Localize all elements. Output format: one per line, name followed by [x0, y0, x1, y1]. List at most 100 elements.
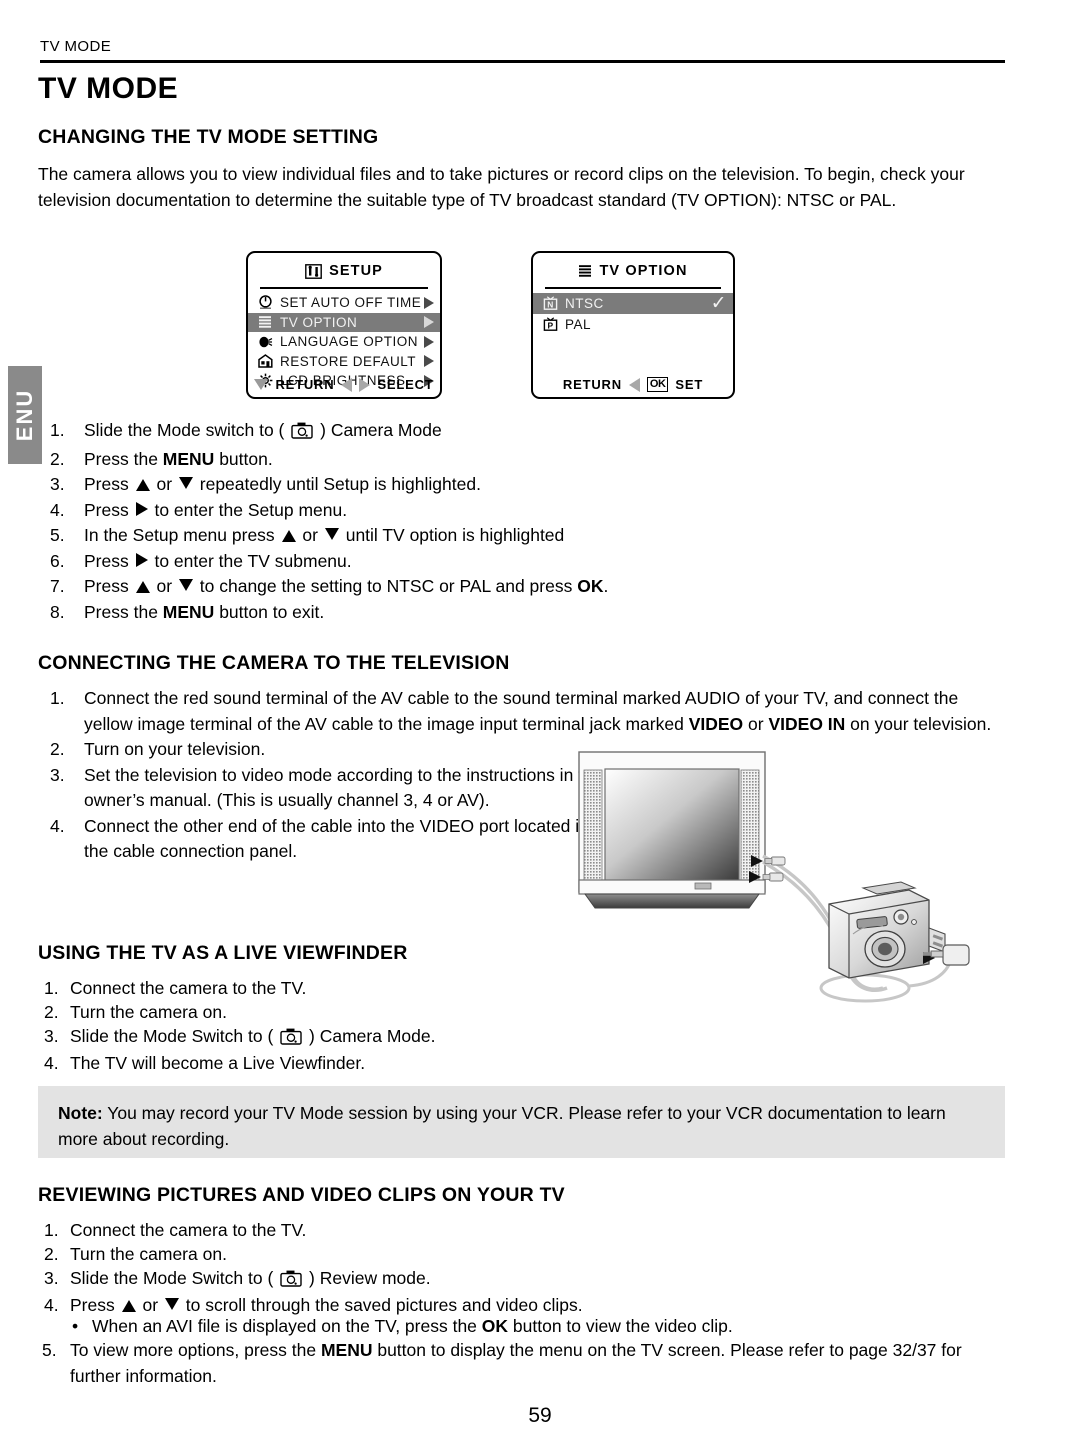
- step-number: 4.: [50, 499, 65, 520]
- step-emphasis: MENU: [320, 1340, 373, 1360]
- svg-text:N: N: [547, 299, 554, 309]
- bullet-emphasis: OK: [481, 1316, 509, 1336]
- left-triangle-icon: [341, 377, 353, 392]
- tv-option-item-ntsc[interactable]: N NTSC ✓: [533, 293, 733, 314]
- reviewing-steps: 1. Connect the camera to the TV. 2. Turn…: [42, 1218, 1002, 1317]
- step-item: 4. Connect the other end of the cable in…: [48, 814, 604, 865]
- step-text: The TV will become a Live Viewfinder.: [70, 1053, 366, 1073]
- intro-paragraph: The camera allows you to view individual…: [38, 164, 965, 210]
- step-number: 8.: [50, 601, 65, 622]
- camera-mode-icon: [291, 421, 313, 447]
- heading-changing-tv-mode: CHANGING THE TV MODE SETTING: [38, 126, 379, 148]
- step-text: Press: [84, 576, 134, 596]
- step-number: 5.: [50, 525, 65, 545]
- list-lines-icon: [255, 315, 275, 329]
- step-text: ) Camera Mode.: [309, 1026, 436, 1046]
- down-triangle-icon: [178, 579, 193, 591]
- running-head: TV MODE: [40, 38, 112, 55]
- reviewing-step-5: 5. To view more options, press the MENU …: [42, 1338, 1002, 1389]
- right-triangle-icon: [135, 552, 148, 567]
- up-triangle-icon: [281, 530, 296, 542]
- tv-option-return-label[interactable]: RETURN: [563, 377, 622, 392]
- step-emphasis: OK: [577, 576, 604, 596]
- down-triangle-icon: [324, 528, 339, 540]
- step-number: 5.: [42, 1340, 57, 1360]
- setup-item-set-auto-off-time[interactable]: SET AUTO OFF TIME: [248, 293, 440, 313]
- step-number: 1.: [44, 978, 59, 998]
- step-emphasis: VIDEO: [688, 713, 744, 734]
- step-number: 2.: [50, 448, 65, 469]
- step-text: on your television.: [845, 713, 992, 734]
- camera-mode-icon: [280, 1027, 302, 1051]
- ok-button-icon[interactable]: OK: [646, 377, 669, 392]
- tv-n-icon: N: [540, 296, 560, 311]
- step-text: or: [297, 525, 323, 545]
- step-text: ) Review mode.: [309, 1268, 431, 1288]
- step-item: 1. Connect the red sound terminal of the…: [48, 686, 1003, 737]
- checkmark-icon: ✓: [710, 293, 727, 314]
- step-text: to change the setting to NTSC or PAL and…: [194, 576, 578, 596]
- header-rule: [40, 60, 1005, 63]
- step-item: 3. Slide the Mode Switch to ( ) Camera M…: [42, 1024, 602, 1051]
- setup-select-label[interactable]: SELECT: [377, 377, 433, 392]
- step-item: 3. Slide the Mode Switch to ( ) Review m…: [42, 1266, 1002, 1293]
- up-triangle-icon: [121, 1300, 136, 1312]
- setup-item-label: TV OPTION: [280, 314, 358, 330]
- step-text: to scroll through the saved pictures and…: [180, 1295, 583, 1315]
- step-text: Connect the camera to the TV.: [70, 978, 307, 998]
- tv-option-set-label[interactable]: SET: [675, 377, 703, 392]
- left-triangle-icon: [628, 377, 640, 392]
- setup-menu-title: SETUP: [329, 263, 383, 279]
- right-arrow-icon: [424, 335, 434, 348]
- side-tab-label: ENU: [12, 388, 38, 442]
- right-arrow-icon: [424, 316, 434, 329]
- step-number: 3.: [44, 1268, 59, 1288]
- step-number: 1.: [50, 688, 65, 708]
- step-emphasis: MENU: [162, 601, 215, 622]
- language-globe-icon: [255, 335, 275, 349]
- step-text: Turn the camera on.: [70, 1002, 227, 1022]
- step-text: In the Setup menu press: [84, 525, 280, 545]
- up-triangle-icon: [135, 581, 150, 593]
- setup-item-tv-option[interactable]: TV OPTION: [248, 312, 440, 332]
- step-item: 3. Set the television to video mode acco…: [48, 763, 614, 814]
- step-text: Slide the Mode Switch to (: [70, 1268, 274, 1288]
- step-text: ) Camera Mode: [320, 420, 442, 440]
- page-number: 59: [528, 1404, 552, 1427]
- step-text: Turn on your television.: [84, 739, 266, 759]
- step-text: Press: [70, 1295, 120, 1315]
- note-text: You may record your TV Mode session by u…: [58, 1103, 946, 1149]
- step-number: 2.: [44, 1002, 59, 1022]
- step-number: 4.: [50, 815, 65, 836]
- heading-connecting-camera: CONNECTING THE CAMERA TO THE TELEVISION: [38, 652, 510, 674]
- heading-live-viewfinder: USING THE TV AS A LIVE VIEWFINDER: [38, 942, 408, 964]
- step-item: 1. Slide the Mode switch to ( ) Camera M…: [48, 418, 1003, 447]
- step-number: 4.: [44, 1295, 59, 1315]
- heading-reviewing-pictures: REVIEWING PICTURES AND VIDEO CLIPS ON YO…: [38, 1184, 565, 1206]
- tv-mode-setting-steps: 1. Slide the Mode switch to ( ) Camera M…: [48, 418, 1003, 625]
- step-text: to enter the TV submenu.: [149, 550, 352, 571]
- step-number: 3.: [44, 1026, 59, 1046]
- step-item: 1. Connect the camera to the TV.: [42, 1218, 1002, 1242]
- tv-option-item-label: PAL: [565, 317, 592, 332]
- step-text: until TV option is highlighted: [340, 525, 565, 545]
- setup-item-label: SET AUTO OFF TIME: [280, 295, 422, 311]
- bullet-text: When an AVI file is displayed on the TV,…: [92, 1316, 482, 1336]
- step-emphasis: VIDEO IN: [768, 713, 846, 734]
- list-lines-icon: [579, 265, 592, 277]
- tv-option-menu-footer: RETURN OK SET: [533, 377, 733, 392]
- note-box: Note: You may record your TV Mode sessio…: [38, 1086, 1005, 1158]
- setup-item-restore-default[interactable]: RESTORE DEFAULT: [248, 352, 440, 372]
- setup-item-language-option[interactable]: LANGUAGE OPTION: [248, 332, 440, 352]
- step-item: 7. Press or to change the setting to NTS…: [48, 574, 1003, 600]
- step-text: or: [151, 474, 177, 494]
- setup-return-label[interactable]: RETURN: [275, 377, 334, 392]
- step-item: 1. Connect the camera to the TV.: [42, 976, 602, 1000]
- setup-item-label: LANGUAGE OPTION: [280, 334, 419, 350]
- step-text: or: [137, 1295, 163, 1315]
- tv-option-item-pal[interactable]: P PAL: [533, 314, 733, 335]
- step-number: 1.: [44, 1220, 59, 1240]
- step-text: Connect the camera to the TV.: [70, 1220, 307, 1240]
- setup-menu-screenshot: SETUP SET AUTO OFF TIME TV OPTION LANGUA…: [246, 251, 442, 399]
- page-title: TV MODE: [38, 72, 179, 105]
